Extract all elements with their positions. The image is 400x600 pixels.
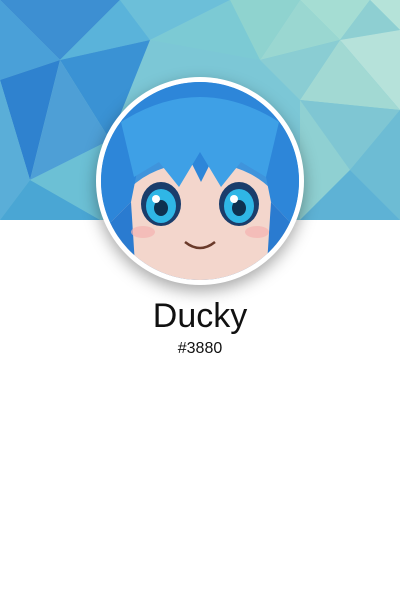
anime-character-avatar-icon: [101, 82, 299, 280]
avatar[interactable]: [101, 82, 299, 280]
username: Ducky: [152, 297, 248, 335]
profile-card: Ducky #3880: [0, 0, 400, 600]
user-discriminator: #3880: [177, 340, 223, 357]
avatar-frame: [96, 77, 304, 285]
